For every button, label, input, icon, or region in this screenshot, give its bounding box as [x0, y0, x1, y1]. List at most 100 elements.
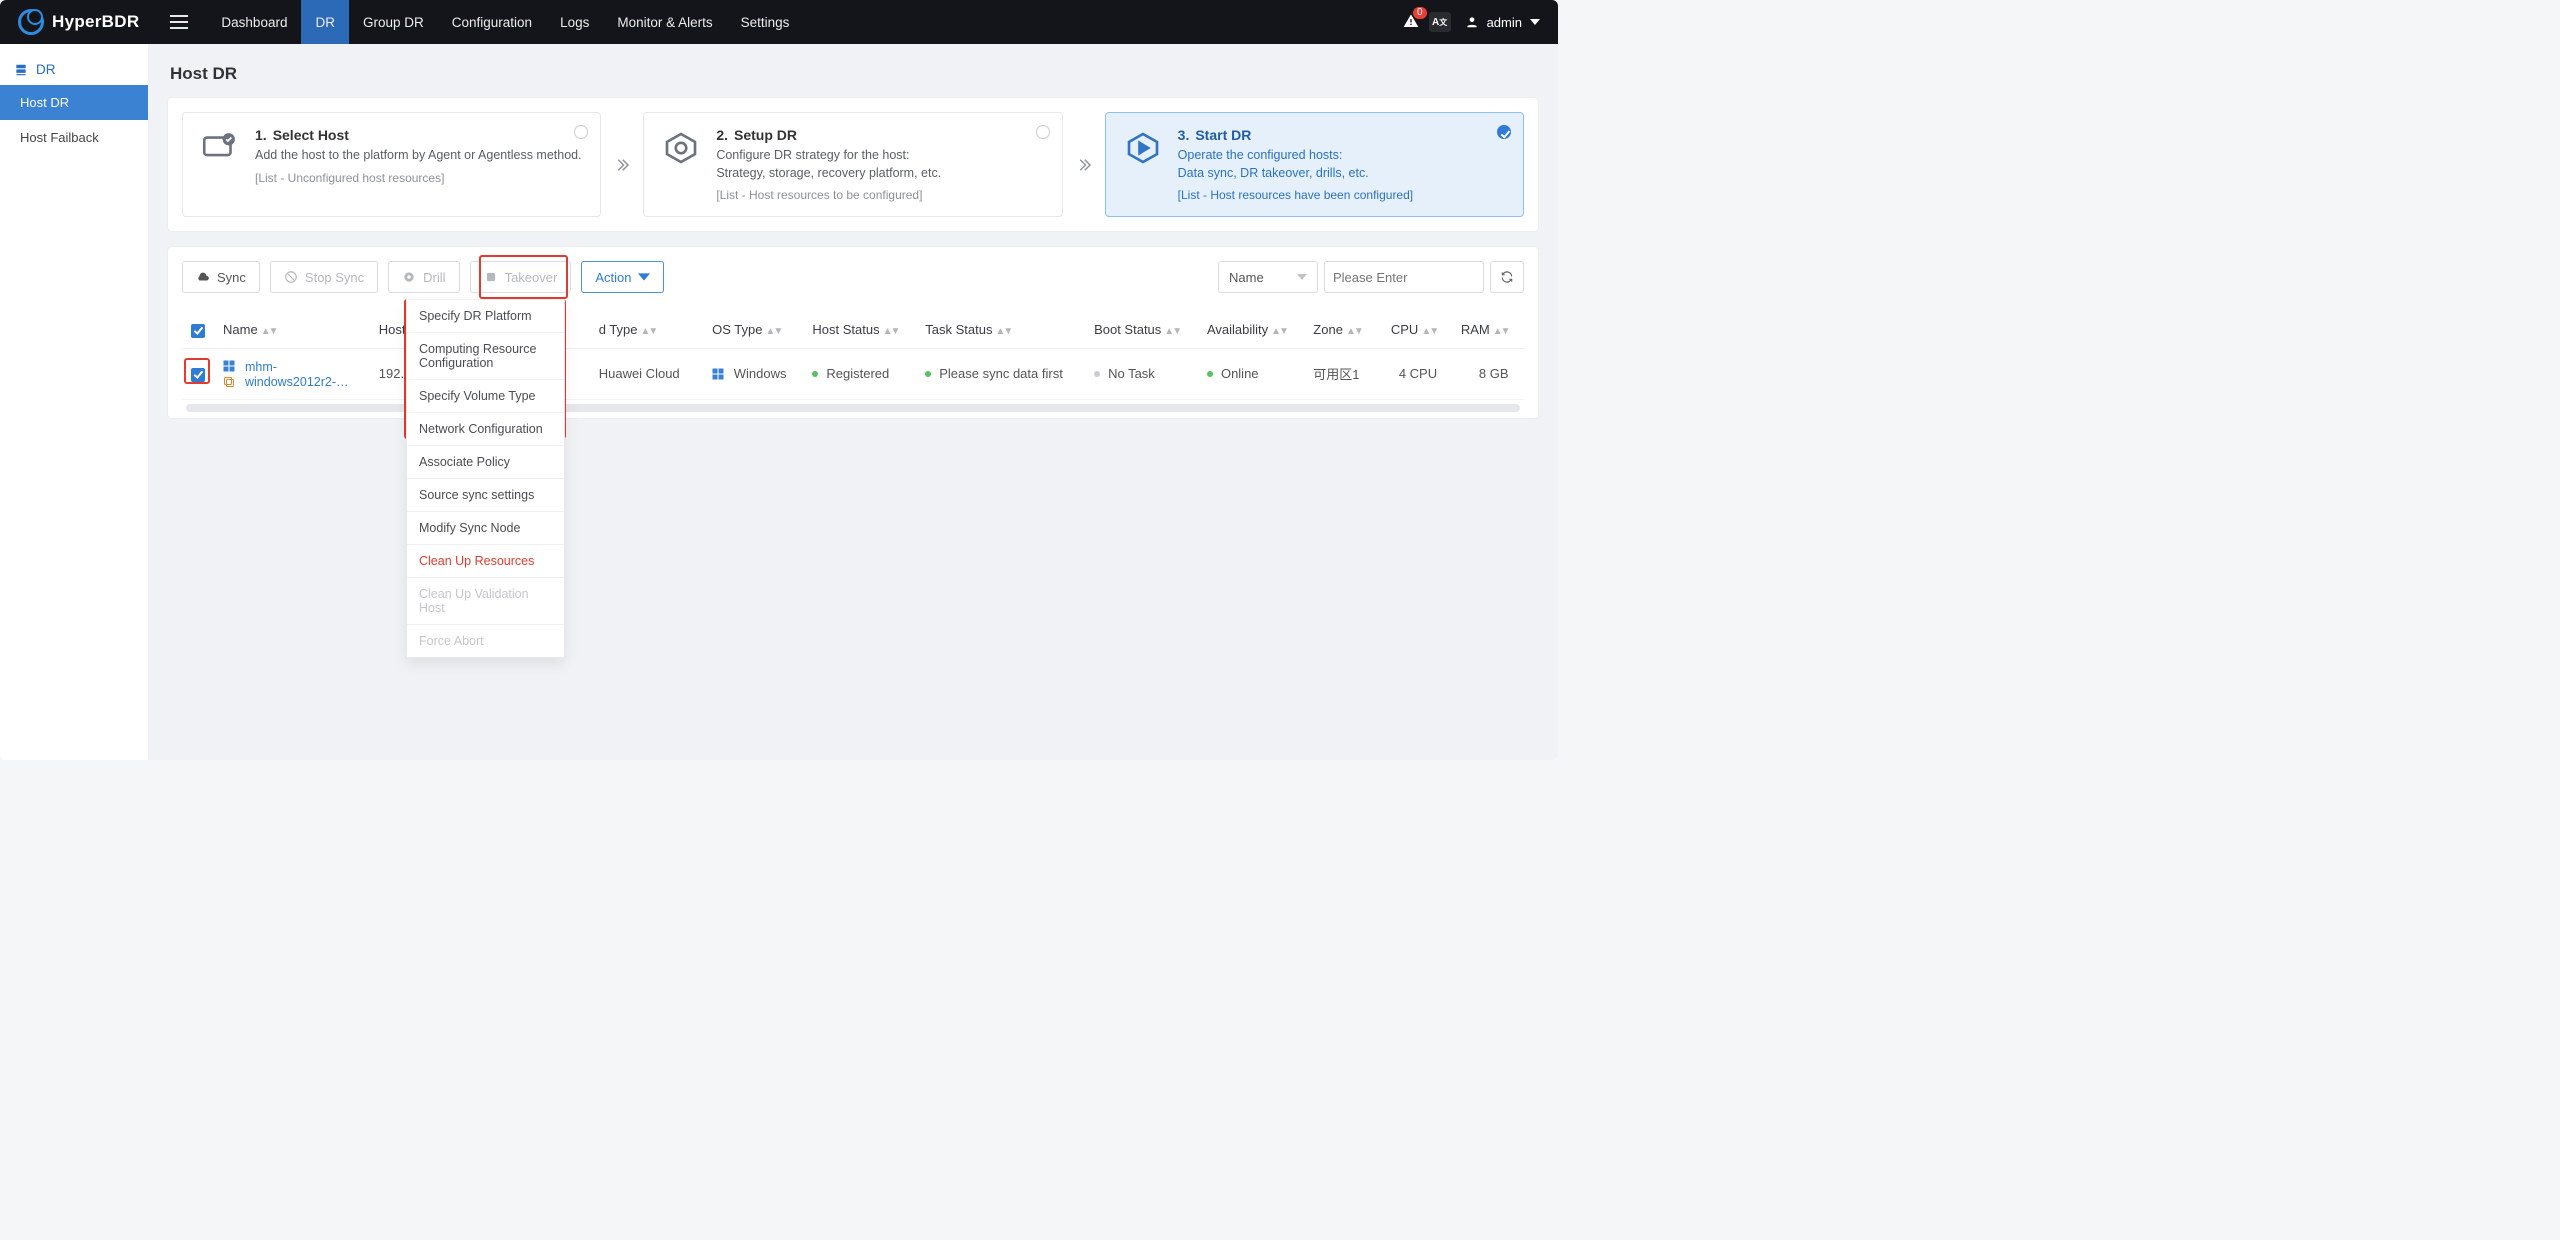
- refresh-button[interactable]: [1490, 261, 1524, 293]
- nav-logs[interactable]: Logs: [546, 0, 603, 44]
- takeover-icon: [484, 270, 498, 284]
- drill-label: Drill: [423, 270, 445, 285]
- cell-os: Windows: [703, 348, 803, 399]
- drill-button[interactable]: Drill: [388, 261, 459, 293]
- step3-num: 3.: [1178, 127, 1190, 143]
- menu-specify-dr-platform[interactable]: Specify DR Platform: [407, 299, 564, 332]
- host-link[interactable]: mhm-: [245, 360, 277, 374]
- menu-clean-up-resources[interactable]: Clean Up Resources: [407, 544, 564, 577]
- action-button[interactable]: Action: [581, 261, 664, 293]
- menu-network-configuration[interactable]: Network Configuration: [407, 412, 564, 445]
- col-task-status[interactable]: Task Status▲▼: [916, 311, 1085, 348]
- cell-zone: 可用区1: [1304, 348, 1376, 399]
- col-zone[interactable]: Zone▲▼: [1304, 311, 1376, 348]
- menu-specify-volume-type[interactable]: Specify Volume Type: [407, 379, 564, 412]
- menu-source-sync-settings[interactable]: Source sync settings: [407, 478, 564, 511]
- top-nav: Dashboard DR Group DR Configuration Logs…: [207, 0, 803, 44]
- row-checkbox[interactable]: [191, 368, 205, 382]
- windows-icon: [712, 368, 724, 380]
- col-boot-status[interactable]: Boot Status▲▼: [1085, 311, 1198, 348]
- sidebar: DR Host DR Host Failback: [0, 44, 148, 760]
- search-input[interactable]: [1333, 270, 1509, 285]
- nav-group-dr[interactable]: Group DR: [349, 0, 438, 44]
- menu-modify-sync-node[interactable]: Modify Sync Node: [407, 511, 564, 544]
- step3-title: Start DR: [1195, 127, 1251, 143]
- nav-monitor-alerts[interactable]: Monitor & Alerts: [603, 0, 726, 44]
- stop-sync-button[interactable]: Stop Sync: [270, 261, 378, 293]
- menu-associate-policy[interactable]: Associate Policy: [407, 445, 564, 478]
- cell-task-status: Please sync data first: [916, 348, 1085, 399]
- toolbar: Sync Stop Sync Drill Takeover: [182, 261, 1524, 293]
- topbar: HyperBDR Dashboard DR Group DR Configura…: [0, 0, 1558, 44]
- content: Host DR 1.Select Host Add the host to th…: [148, 44, 1558, 760]
- database-icon: [14, 63, 28, 77]
- page-title: Host DR: [170, 64, 1538, 84]
- hamburger-icon[interactable]: [157, 15, 201, 29]
- sidebar-item-host-failback[interactable]: Host Failback: [0, 120, 148, 155]
- step2-radio: [1036, 125, 1050, 139]
- step2-hint: [List - Host resources to be configured]: [716, 188, 941, 202]
- refresh-icon: [1500, 270, 1514, 284]
- step-start-dr[interactable]: 3. Start DR Operate the configured hosts:…: [1105, 112, 1524, 217]
- user-icon: [1465, 15, 1479, 29]
- col-name[interactable]: Name▲▼: [214, 311, 370, 348]
- user-name: admin: [1487, 15, 1522, 30]
- search-box[interactable]: [1324, 261, 1484, 293]
- user-menu[interactable]: admin: [1461, 11, 1544, 34]
- sync-button[interactable]: Sync: [182, 261, 260, 293]
- sidebar-item-host-dr[interactable]: Host DR: [0, 85, 148, 120]
- language-badge[interactable]: A文: [1429, 12, 1451, 32]
- hosts-table-wrap: Name▲▼ Host IP/ESXi IP▲▼ d Type▲▼ OS Typ…: [182, 311, 1524, 412]
- menu-compute-resource-config[interactable]: Computing Resource Configuration: [407, 332, 564, 379]
- col-ram[interactable]: RAM▲▼: [1446, 311, 1517, 348]
- host-link-2[interactable]: windows2012r2-…: [245, 375, 349, 389]
- stop-label: Stop Sync: [305, 270, 364, 285]
- nav-configuration[interactable]: Configuration: [438, 0, 546, 44]
- nav-dr[interactable]: DR: [301, 0, 349, 44]
- step2-num: 2.: [716, 127, 728, 143]
- col-tail: [1518, 311, 1525, 348]
- stack-icon: [223, 376, 235, 388]
- step3-radio: [1497, 125, 1511, 139]
- step2-desc: Configure DR strategy for the host: Stra…: [716, 147, 941, 182]
- step-setup-dr[interactable]: 2. Setup DR Configure DR strategy for the…: [643, 112, 1062, 217]
- step2-title: Setup DR: [734, 127, 797, 143]
- col-cpu[interactable]: CPU▲▼: [1376, 311, 1446, 348]
- col-host-status[interactable]: Host Status▲▼: [803, 311, 916, 348]
- notification-icon[interactable]: [1403, 13, 1419, 32]
- menu-force-abort: Force Abort: [407, 624, 564, 657]
- step3-hint: [List - Host resources have been configu…: [1178, 188, 1413, 202]
- cell-host-status: Registered: [803, 348, 916, 399]
- takeover-button[interactable]: Takeover: [470, 261, 572, 293]
- nav-settings[interactable]: Settings: [727, 0, 804, 44]
- host-icon: [199, 127, 241, 169]
- cell-boot-status: No Task: [1085, 348, 1198, 399]
- sync-label: Sync: [217, 270, 246, 285]
- setup-icon: [660, 127, 702, 169]
- filter-field-label: Name: [1229, 270, 1264, 285]
- hosts-table: Name▲▼ Host IP/ESXi IP▲▼ d Type▲▼ OS Typ…: [182, 311, 1524, 400]
- windows-icon: [223, 360, 235, 372]
- col-availability[interactable]: Availability▲▼: [1198, 311, 1304, 348]
- step1-radio: [574, 125, 588, 139]
- takeover-label: Takeover: [505, 270, 558, 285]
- step3-desc: Operate the configured hosts: Data sync,…: [1178, 147, 1413, 182]
- cell-tail: c: [1518, 348, 1525, 399]
- col-os[interactable]: OS Type▲▼: [703, 311, 803, 348]
- filter-field-select[interactable]: Name: [1218, 261, 1318, 293]
- action-dropdown: Specify DR Platform Computing Resource C…: [406, 299, 565, 658]
- drill-icon: [402, 270, 416, 284]
- brand-logo: HyperBDR: [0, 9, 157, 35]
- action-label: Action: [595, 270, 631, 285]
- horizontal-scrollbar[interactable]: [186, 404, 1520, 412]
- step-select-host[interactable]: 1.Select Host Add the host to the platfo…: [182, 112, 601, 217]
- step1-hint: [List - Unconfigured host resources]: [255, 171, 582, 185]
- cell-availability: Online: [1198, 348, 1304, 399]
- select-all-checkbox[interactable]: [191, 324, 205, 338]
- chevron-down-icon: [638, 271, 650, 283]
- menu-clean-up-validation-host: Clean Up Validation Host: [407, 577, 564, 624]
- brand-text: HyperBDR: [52, 12, 139, 32]
- table-row[interactable]: mhm- windows2012r2-… 192.168.10.4(ESX… H…: [182, 348, 1524, 399]
- step1-desc: Add the host to the platform by Agent or…: [255, 147, 582, 165]
- nav-dashboard[interactable]: Dashboard: [207, 0, 301, 44]
